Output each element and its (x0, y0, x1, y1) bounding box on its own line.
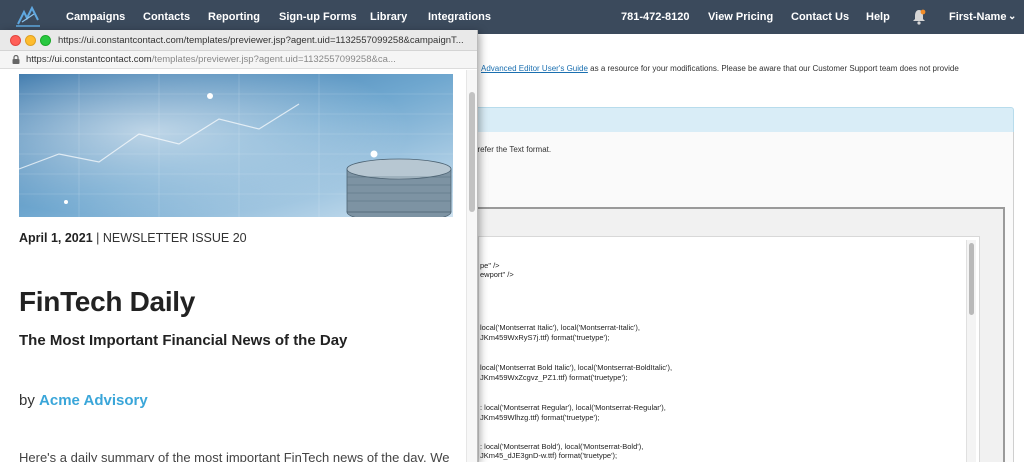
nav-signup-forms[interactable]: Sign-up Forms (279, 11, 357, 23)
brand-name: Acme Advisory (39, 392, 148, 409)
address-bar[interactable]: https://ui.constantcontact.com/templates… (0, 51, 477, 69)
issue-date-line: April 1, 2021 | NEWSLETTER ISSUE 20 (19, 231, 247, 245)
url-path: /templates/previewer.jsp?agent.uid=11325… (151, 54, 396, 65)
close-window-button[interactable] (10, 35, 21, 46)
code-line: : local('Montserrat Bold'), local('Monts… (480, 442, 644, 451)
code-line: JKm459WxZcgvz_PZ1.ttf) format('truetype'… (480, 373, 628, 382)
window-titlebar[interactable]: https://ui.constantcontact.com/templates… (0, 30, 477, 51)
view-pricing-link[interactable]: View Pricing (708, 11, 773, 23)
newsletter-title: FinTech Daily (19, 286, 196, 317)
nav-reporting[interactable]: Reporting (208, 11, 260, 23)
nav-contacts[interactable]: Contacts (143, 11, 190, 23)
code-line: ewport" /> (480, 270, 514, 279)
nav-integrations[interactable]: Integrations (428, 11, 491, 23)
notification-bell-icon[interactable] (912, 9, 926, 25)
preview-window: https://ui.constantcontact.com/templates… (0, 30, 478, 462)
code-line: pe" /> (480, 261, 500, 270)
lock-icon (12, 55, 20, 64)
advanced-editor-guide-link[interactable]: Advanced Editor User's Guide (481, 64, 588, 73)
minimize-window-button[interactable] (25, 35, 36, 46)
code-line: : local('Montserrat Regular'), local('Mo… (480, 403, 666, 412)
maximize-window-button[interactable] (40, 35, 51, 46)
code-line: JKm459Wlhzg.ttf) format('truetype'); (480, 413, 600, 422)
newsletter-preview: April 1, 2021 | NEWSLETTER ISSUE 20 FinT… (0, 70, 466, 462)
format-panel-header (470, 107, 1014, 133)
issue-date: April 1, 2021 (19, 231, 93, 245)
intro-paragraph: Here's a daily summary of the most impor… (19, 450, 450, 462)
code-line: local('Montserrat Italic'), local('Monts… (480, 323, 640, 332)
text-format-note: prefer the Text format. (473, 145, 552, 154)
phone-number: 781-472-8120 (621, 11, 690, 23)
constant-contact-logo-icon[interactable] (14, 6, 42, 28)
code-line: JKm45_dJE3gnD-w.ttf) format('truetype'); (480, 451, 618, 460)
newsletter-subtitle: The Most Important Financial News of the… (19, 332, 348, 349)
url-text: https://ui.constantcontact.com/templates… (26, 54, 396, 65)
preview-scroll-thumb[interactable] (469, 92, 475, 212)
byline-prefix: by (19, 392, 40, 409)
code-line: local('Montserrat Bold Italic'), local('… (480, 363, 673, 372)
nav-campaigns[interactable]: Campaigns (66, 11, 125, 23)
code-editor[interactable] (478, 236, 980, 462)
help-link[interactable]: Help (866, 11, 890, 23)
user-menu[interactable]: First-Name (949, 11, 1006, 23)
top-nav: Campaigns Contacts Reporting Sign-up For… (0, 0, 1024, 34)
byline: by Acme Advisory (19, 392, 148, 409)
nav-library[interactable]: Library (370, 11, 407, 23)
guide-notice: Advanced Editor User's Guide as a resour… (481, 64, 959, 73)
chevron-down-icon[interactable]: ⌄ (1008, 11, 1016, 22)
code-line: JKm459WxRyS7j.ttf) format('truetype'); (480, 333, 610, 342)
guide-notice-text: as a resource for your modifications. Pl… (587, 64, 959, 73)
fintech-hero-image (19, 74, 453, 217)
url-host: https://ui.constantcontact.com (26, 54, 152, 65)
window-title: https://ui.constantcontact.com/templates… (58, 35, 464, 46)
contact-us-link[interactable]: Contact Us (791, 11, 849, 23)
issue-number: | NEWSLETTER ISSUE 20 (92, 231, 247, 245)
code-editor-scroll-thumb[interactable] (969, 243, 974, 315)
